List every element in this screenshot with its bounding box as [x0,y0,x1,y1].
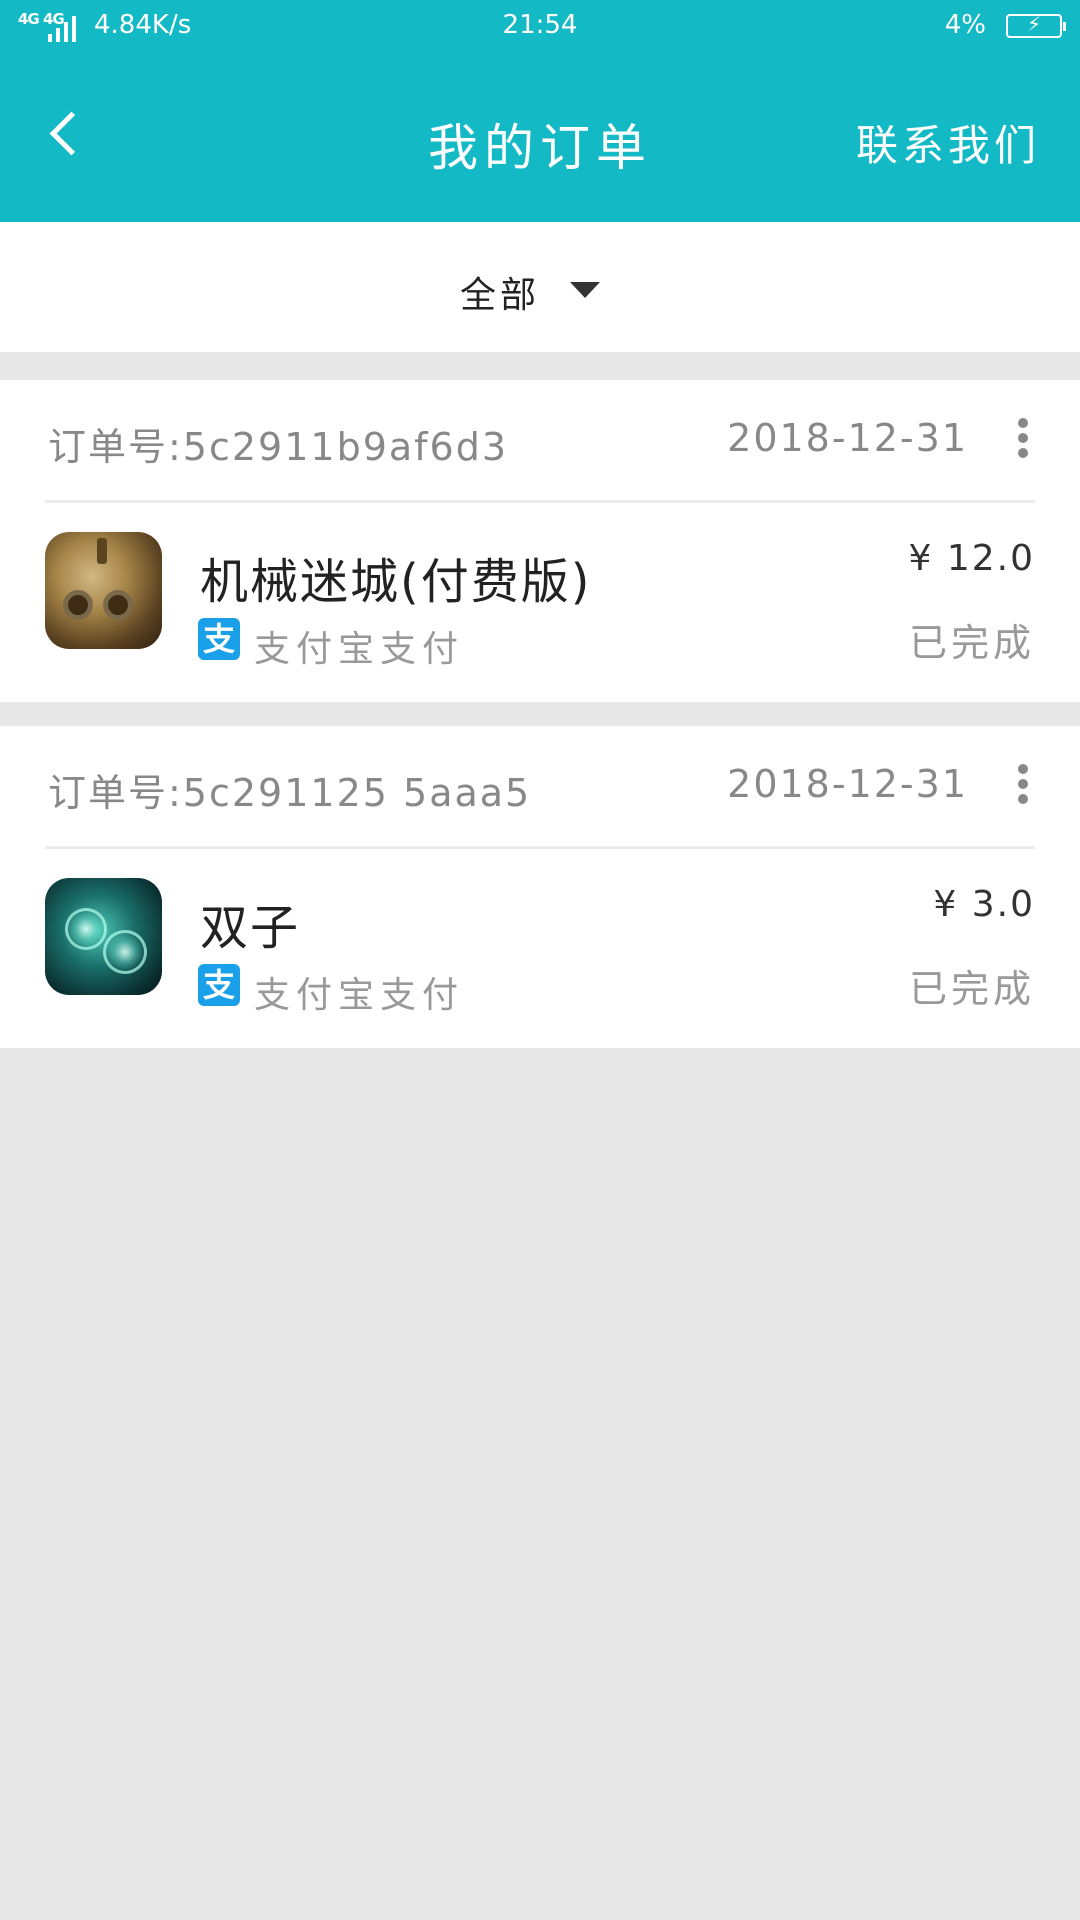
order-number: 订单号:5c291125 5aaa5 [48,771,532,815]
battery-percent: 4% [944,10,986,40]
battery-icon: ⚡ [1006,12,1066,38]
payment-method: 支付宝支付 [254,629,465,670]
more-options-icon[interactable] [1018,418,1030,464]
filter-dropdown[interactable]: 全部 [0,222,1080,352]
contact-us-button[interactable]: 联系我们 [856,112,1040,173]
alipay-icon: 支 [198,964,240,1006]
order-date: 2018-12-31 [727,762,968,806]
order-card[interactable]: 订单号:5c2911b9af6d3 2018-12-31 机械迷城(付费版) 支… [0,380,1080,702]
app-header: 4G 4G 4.84K/s 21:54 4% ⚡ 我的订单 联系我们 [0,0,1080,222]
divider [45,846,1035,849]
order-status: 已完成 [908,967,1035,1011]
product-name: 双子 [200,900,301,956]
app-icon-gemini [45,878,162,995]
app-icon-machinarium [45,532,162,649]
order-card[interactable]: 订单号:5c291125 5aaa5 2018-12-31 双子 支 支付宝支付… [0,726,1080,1048]
filter-label: 全部 [460,275,541,316]
divider [45,500,1035,503]
dropdown-arrow-icon [570,282,600,298]
payment-method: 支付宝支付 [254,975,465,1016]
order-status: 已完成 [908,621,1035,665]
more-options-icon[interactable] [1018,764,1030,810]
alipay-icon: 支 [198,618,240,660]
order-number: 订单号:5c2911b9af6d3 [48,425,509,469]
status-bar: 4G 4G 4.84K/s 21:54 4% ⚡ [0,0,1080,54]
clock: 21:54 [502,10,578,40]
order-date: 2018-12-31 [727,416,968,460]
order-price: ¥ 3.0 [933,884,1035,925]
product-name: 机械迷城(付费版) [200,554,592,610]
order-price: ¥ 12.0 [908,538,1035,579]
